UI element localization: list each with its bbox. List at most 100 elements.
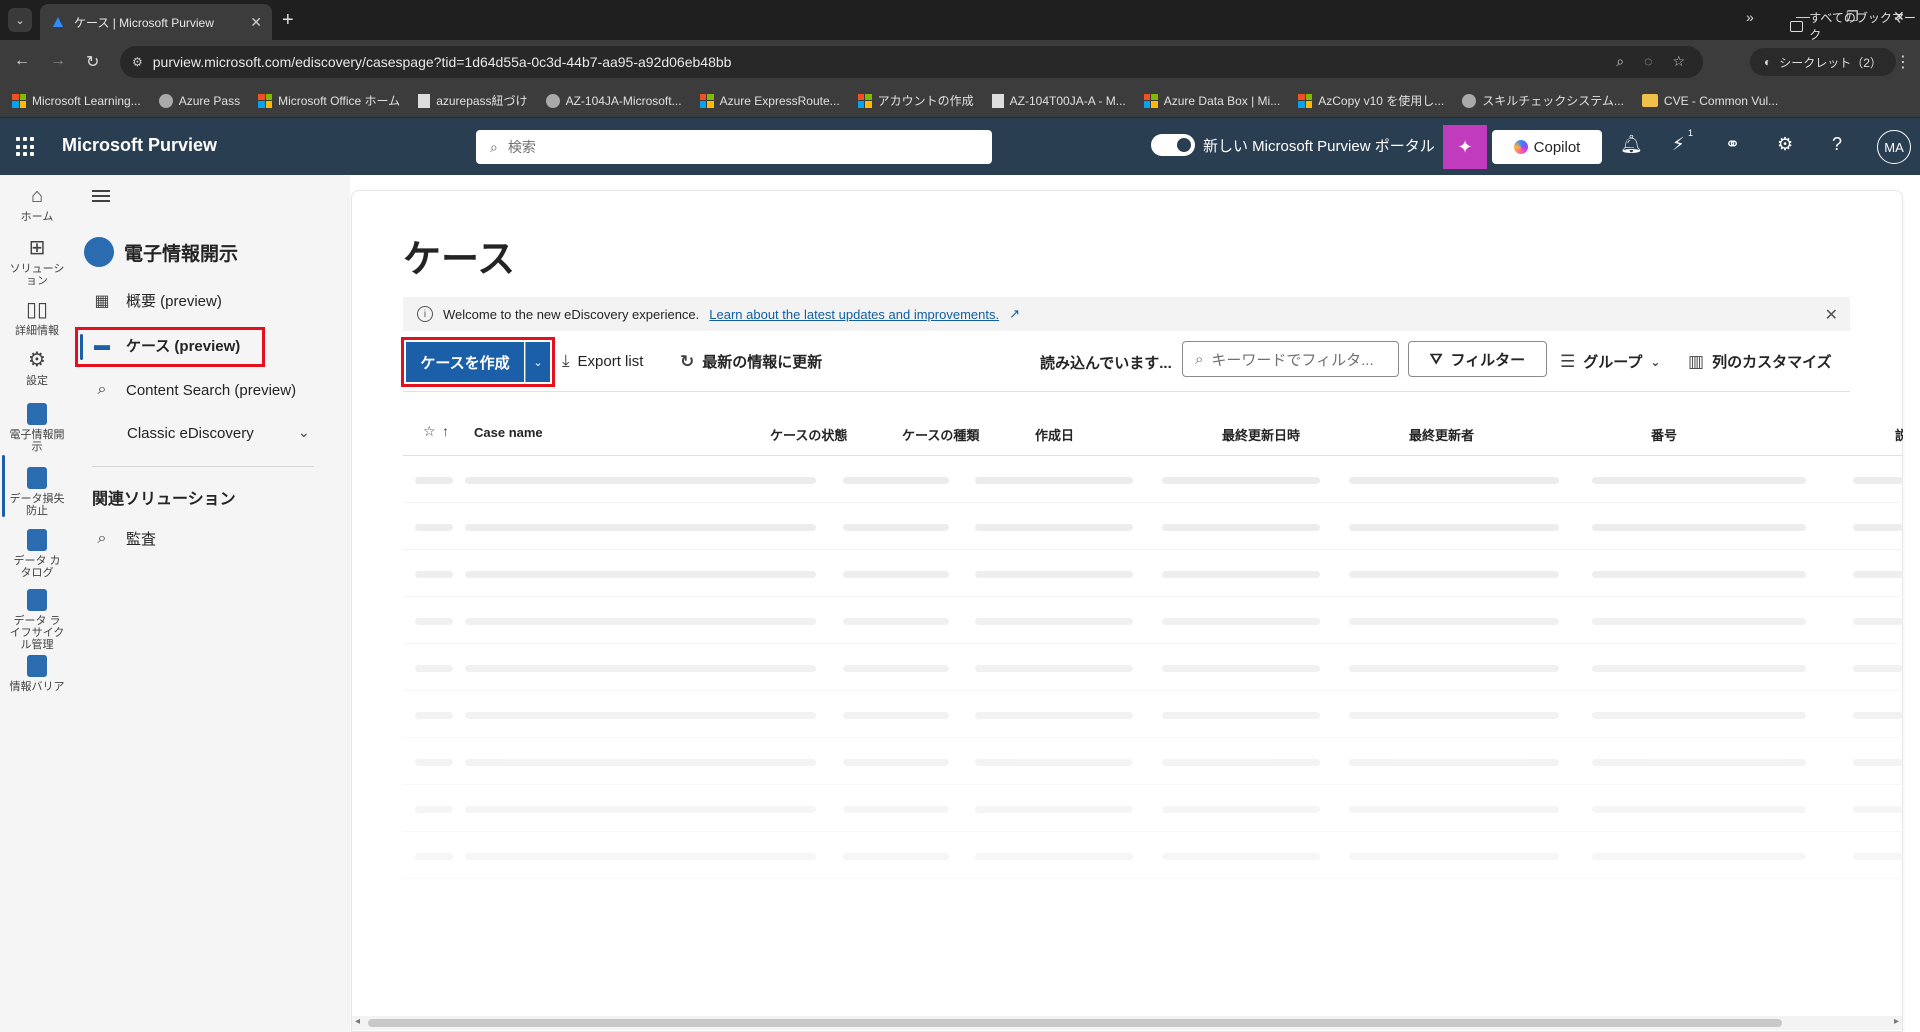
skeleton-bar <box>711 618 816 625</box>
bookmarks-more-icon[interactable]: » <box>1746 9 1754 25</box>
skeleton-bar <box>843 853 949 860</box>
skeleton-bar <box>465 853 728 860</box>
sort-ascending-icon[interactable]: ↑ <box>442 423 449 439</box>
column-header[interactable]: 番号 <box>1651 425 1677 444</box>
favorite-star-icon[interactable]: ☆ <box>423 423 436 440</box>
keyword-filter-input[interactable]: ⌕ キーワードでフィルタ... <box>1182 341 1399 377</box>
column-header[interactable]: 最終更新者 <box>1409 425 1474 444</box>
skeleton-bar <box>465 806 728 813</box>
bookmark-item[interactable]: AZ-104T00JA-A - M... <box>991 93 1126 108</box>
browser-tab[interactable]: ケース | Microsoft Purview ✕ <box>40 4 272 40</box>
chevron-down-icon[interactable]: ⌄ <box>298 424 310 441</box>
group-button[interactable]: ☰ グループ ⌄ <box>1560 351 1660 372</box>
bookmark-item[interactable]: Azure Data Box | Mi... <box>1143 93 1280 108</box>
notification-badge: 1 <box>1688 128 1694 138</box>
scroll-right-icon[interactable]: ▸ <box>1894 1016 1899 1027</box>
tab-search-chevron-icon[interactable]: ⌄ <box>8 8 32 32</box>
skeleton-bar <box>1349 571 1559 578</box>
search-input[interactable]: ⌕ 検索 <box>476 130 992 164</box>
microsoft-logo-icon <box>258 93 273 108</box>
copilot-button[interactable]: Copilot <box>1492 130 1602 164</box>
skeleton-row <box>403 786 1903 832</box>
bookmark-item[interactable]: Microsoft Learning... <box>12 93 141 108</box>
filter-button[interactable]: ⛛ フィルター <box>1408 341 1547 377</box>
bookmark-item[interactable]: Microsoft Office ホーム <box>258 92 400 109</box>
column-header[interactable]: 説 <box>1895 425 1903 444</box>
eye-off-icon[interactable]: ◌ <box>1644 53 1652 70</box>
skeleton-bar <box>415 712 453 719</box>
incognito-indicator[interactable]: ◐ シークレット（2） <box>1750 48 1896 76</box>
bookmark-item[interactable]: CVE - Common Vul... <box>1641 94 1778 108</box>
connections-icon[interactable]: ⚭ <box>1725 134 1740 155</box>
rail-item-barrier[interactable]: 情報バリア <box>0 653 74 693</box>
all-bookmarks[interactable]: すべてのブックマーク <box>1790 9 1920 43</box>
column-header[interactable]: 作成日 <box>1035 425 1074 444</box>
close-tab-icon[interactable]: ✕ <box>250 14 262 31</box>
column-header[interactable]: Case name <box>474 425 543 440</box>
forward-icon[interactable]: → <box>50 52 66 70</box>
bookmark-item[interactable]: AZ-104JA-Microsoft... <box>545 93 682 108</box>
skeleton-bar <box>1853 618 1903 625</box>
search-icon: ⌕ <box>97 381 107 398</box>
create-case-button[interactable]: ケースを作成 <box>406 342 524 382</box>
help-icon[interactable]: ? <box>1832 134 1842 155</box>
bookmark-item[interactable]: スキルチェックシステム... <box>1462 92 1624 109</box>
settings-gear-icon[interactable]: ⚙ <box>1777 134 1793 155</box>
close-banner-icon[interactable]: ✕ <box>1825 305 1838 325</box>
rail-item-book[interactable]: ▯▯ 詳細情報 <box>0 297 74 337</box>
collapse-nav-icon[interactable] <box>92 190 110 205</box>
bell-icon[interactable]: 🔔︎ <box>1620 134 1643 155</box>
rail-item-ediscovery[interactable]: 電子情報開示 <box>0 401 74 453</box>
bookmark-item[interactable]: Azure Pass <box>158 93 240 108</box>
back-icon[interactable]: ← <box>14 52 30 70</box>
rocket-icon[interactable]: ✦ <box>1443 125 1487 169</box>
nav-item-cases[interactable]: ▬ ケース (preview) <box>92 335 240 356</box>
new-tab-icon[interactable]: + <box>282 8 294 32</box>
browser-menu-icon[interactable]: ⋮ <box>1895 52 1911 72</box>
reload-icon[interactable]: ↻ <box>86 52 99 72</box>
banner-link[interactable]: Learn about the latest updates and impro… <box>709 307 999 322</box>
bookmark-star-icon[interactable]: ☆ <box>1672 53 1685 70</box>
bookmark-item[interactable]: アカウントの作成 <box>857 92 974 109</box>
nav-item-content-search[interactable]: ⌕ Content Search (preview) <box>92 381 297 399</box>
zoom-icon[interactable]: ⌕ <box>1616 53 1624 70</box>
skeleton-bar <box>1162 571 1320 578</box>
nav-divider <box>92 466 314 467</box>
customize-columns-button[interactable]: ▥ 列のカスタマイズ <box>1688 351 1832 372</box>
skeleton-bar <box>415 477 453 484</box>
rail-item-home[interactable]: ⌂ ホーム <box>0 183 74 223</box>
toggle-switch[interactable] <box>1151 134 1195 156</box>
rail-item-solutions[interactable]: ⊞ ソリューション <box>0 235 74 287</box>
rail-item-catalog[interactable]: データ カタログ <box>0 527 74 579</box>
rail-item-dlp[interactable]: データ損失防止 <box>0 465 74 517</box>
omnibox[interactable]: ⚙ purview.microsoft.com/ediscovery/cases… <box>120 46 1703 78</box>
site-info-icon[interactable]: ⚙ <box>132 55 143 69</box>
column-header[interactable]: ケースの状態 <box>770 425 847 444</box>
tab-title: ケース | Microsoft Purview <box>74 15 214 30</box>
bookmark-item[interactable]: azurepass紐づけ <box>418 92 528 109</box>
scroll-left-icon[interactable]: ◂ <box>355 1016 360 1027</box>
nav-item-classic-ediscovery[interactable]: Classic eDiscovery <box>127 425 254 442</box>
rail-item-gear[interactable]: ⚙ 設定 <box>0 347 74 387</box>
bookmark-item[interactable]: AzCopy v10 を使用し... <box>1298 92 1444 109</box>
whats-new-icon[interactable]: ⚡︎ <box>1672 134 1685 155</box>
bookmark-item[interactable]: Azure ExpressRoute... <box>699 93 840 108</box>
bookmark-label: アカウントの作成 <box>877 94 974 108</box>
gear-icon: ⚙ <box>28 349 46 371</box>
brand-title[interactable]: Microsoft Purview <box>62 135 217 156</box>
app-launcher-icon[interactable] <box>16 137 36 157</box>
rail-item-lifecycle[interactable]: データ ライフサイクル管理 <box>0 587 74 651</box>
nav-item-audit[interactable]: ⌕ 監査 <box>92 528 157 549</box>
horizontal-scrollbar[interactable]: ◂ ▸ <box>352 1016 1902 1030</box>
column-header[interactable]: ケースの種類 <box>902 425 979 444</box>
refresh-button[interactable]: ↻ 最新の情報に更新 <box>680 351 822 372</box>
new-portal-toggle[interactable]: 新しい Microsoft Purview ポータル <box>1151 134 1435 156</box>
avatar[interactable]: MA <box>1877 130 1911 164</box>
export-list-button[interactable]: ⤓ Export list <box>562 351 643 371</box>
create-case-dropdown-icon[interactable]: ⌄ <box>525 342 550 382</box>
scrollbar-thumb[interactable] <box>368 1019 1782 1027</box>
skeleton-bar <box>1349 524 1559 531</box>
microsoft-logo-icon <box>1143 93 1158 108</box>
nav-item-overview[interactable]: ▦ 概要 (preview) <box>92 290 221 311</box>
column-header[interactable]: 最終更新日時 <box>1222 425 1300 444</box>
